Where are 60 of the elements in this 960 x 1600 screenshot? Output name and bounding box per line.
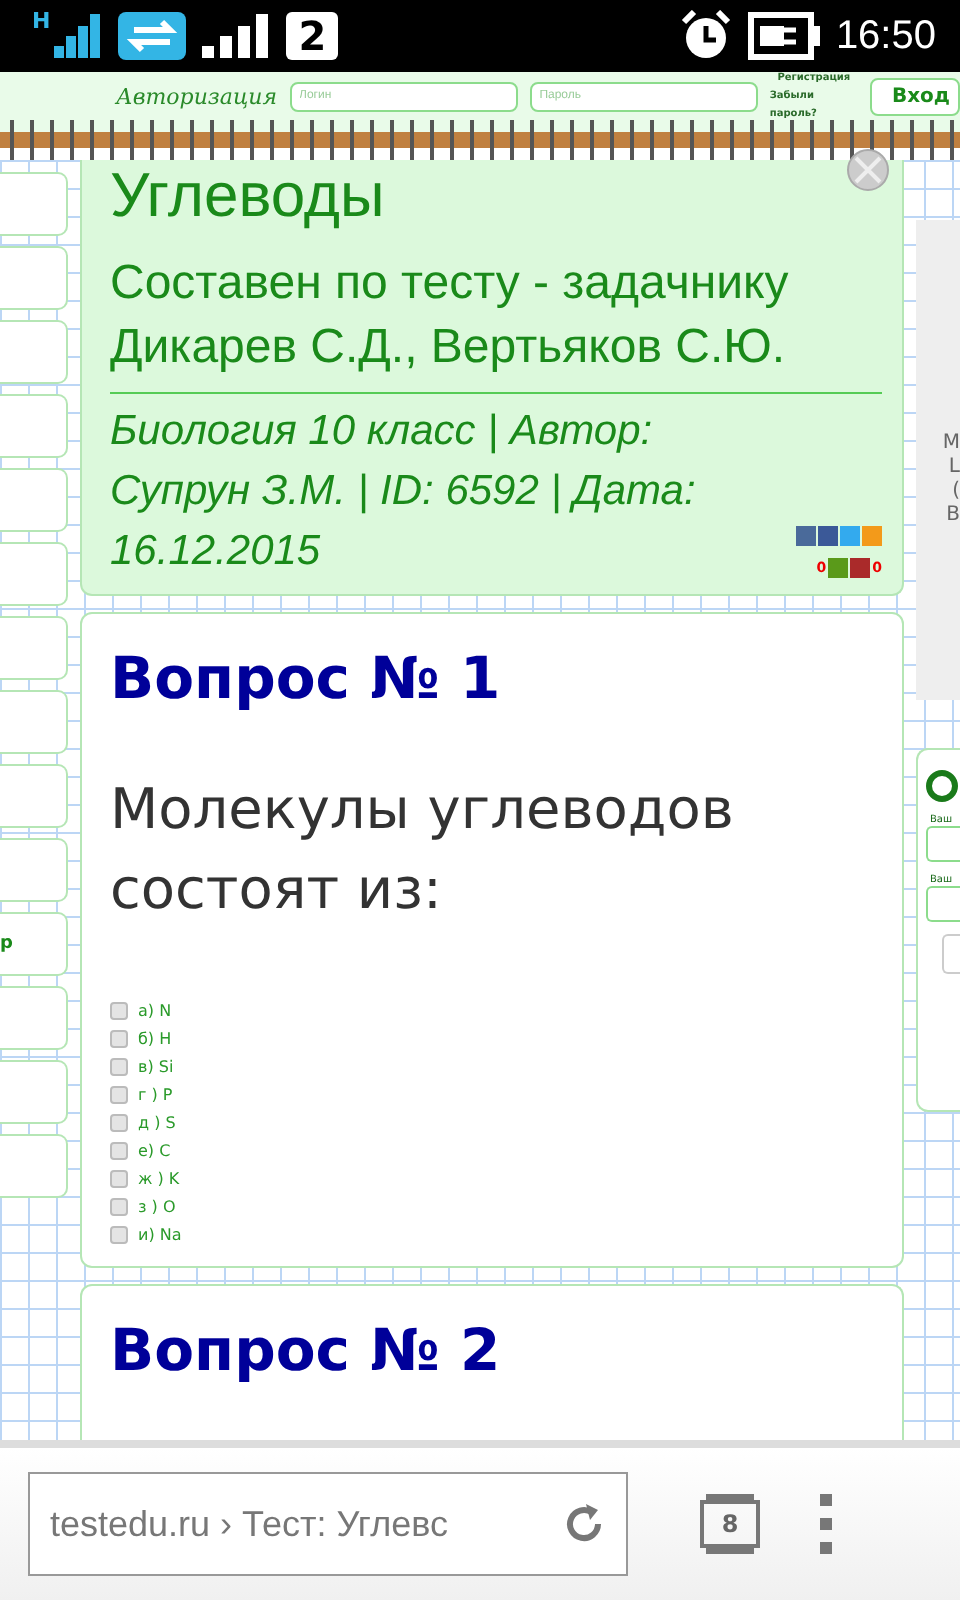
sidebar-tile[interactable]	[0, 1134, 68, 1198]
answer-label: д ) S	[138, 1113, 176, 1131]
question-heading: Вопрос № 2	[110, 1314, 503, 1388]
answer-checkbox[interactable]	[110, 1057, 128, 1075]
answer-label: г ) P	[138, 1085, 173, 1103]
login-button[interactable]: Вход	[869, 77, 960, 115]
answer-label: б) H	[138, 1029, 172, 1047]
panel-text: (	[952, 480, 960, 504]
test-title: Углеводы	[110, 160, 387, 232]
sidebar-tile[interactable]	[0, 764, 68, 828]
panel-text: L	[948, 456, 960, 480]
signal-icon	[202, 14, 271, 58]
sidebar-tile[interactable]	[0, 1060, 68, 1124]
answer-label: в) Si	[138, 1057, 174, 1075]
sidebar-tile[interactable]	[0, 394, 68, 458]
tabs-button[interactable]: 8	[700, 1500, 760, 1548]
answer-label: е) C	[138, 1141, 171, 1159]
sim-badge: 2	[286, 12, 339, 60]
question-heading: Вопрос № 1	[110, 642, 503, 716]
side-button[interactable]	[942, 934, 960, 974]
sidebar-tile[interactable]: р	[0, 912, 68, 976]
input-field[interactable]	[926, 886, 960, 922]
battery-charging-icon	[747, 12, 820, 60]
sidebar-tile[interactable]	[0, 690, 68, 754]
answer-checkbox[interactable]	[110, 1225, 128, 1243]
answer-label: и) Na	[138, 1225, 182, 1243]
test-meta: Биология 10 класс | Автор: Супрун З.М. | ID: 6592 | Дата: 16.12.2015	[110, 406, 698, 578]
alarm-clock-icon	[679, 10, 732, 62]
answer-label: ж ) K	[138, 1169, 180, 1187]
url-text: testedu.ru › Тест: Углевс	[50, 1503, 448, 1545]
panel-text: В	[946, 504, 960, 528]
clock-time: 16:50	[835, 13, 936, 59]
address-bar[interactable]: testedu.ru › Тест: Углевс	[28, 1472, 628, 1576]
answer-checkbox[interactable]	[110, 1085, 128, 1103]
answer-checkbox[interactable]	[110, 1169, 128, 1187]
sidebar-tile[interactable]	[0, 320, 68, 384]
auth-title: Авторизация	[116, 83, 278, 109]
network-type: H	[32, 8, 51, 34]
input-field[interactable]	[926, 826, 960, 862]
more-menu-icon[interactable]	[820, 1494, 836, 1554]
answer-checkbox[interactable]	[110, 1197, 128, 1215]
answer-label: з ) O	[138, 1197, 176, 1215]
panel-text: М	[942, 432, 960, 456]
test-subtitle: Составен по тесту - задачнику Дикарев С.Д., Вертьяков С.Ю.	[110, 254, 791, 378]
answer-checkbox[interactable]	[110, 1141, 128, 1159]
sidebar-tile[interactable]	[0, 616, 68, 680]
answer-checkbox[interactable]	[110, 1001, 128, 1019]
data-transfer-icon	[118, 12, 187, 60]
answer-checkbox[interactable]	[110, 1029, 128, 1047]
sidebar-tile[interactable]	[0, 838, 68, 902]
answer-checkbox[interactable]	[110, 1113, 128, 1131]
signal-icon	[54, 14, 103, 58]
sidebar-tile[interactable]	[0, 468, 68, 532]
sidebar-tile[interactable]	[0, 172, 68, 236]
sidebar-tile[interactable]	[0, 246, 68, 310]
answer-label: а) N	[138, 1001, 172, 1019]
sidebar-tile[interactable]	[0, 542, 68, 606]
sidebar-tile[interactable]	[0, 986, 68, 1050]
question-text: Молекулы углеводов состоят из:	[110, 774, 736, 926]
close-icon[interactable]	[846, 148, 890, 192]
